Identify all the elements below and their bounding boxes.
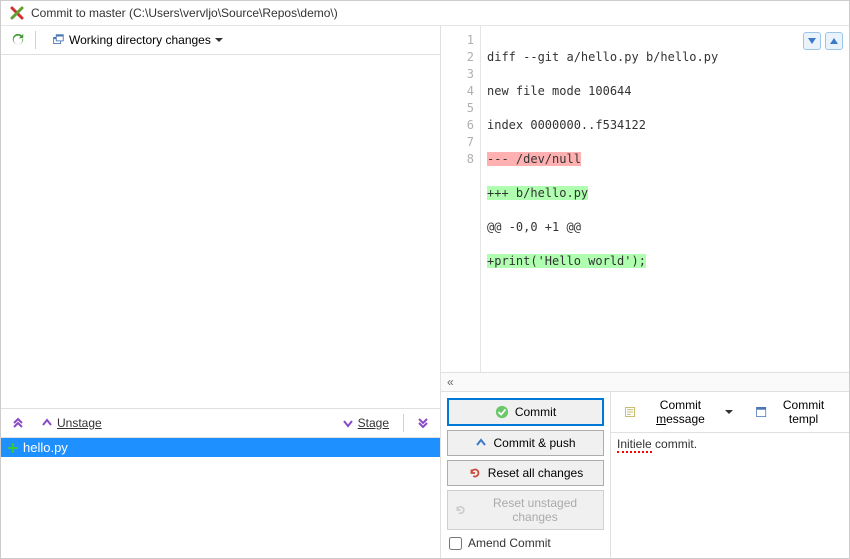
down-arrow-icon xyxy=(342,417,354,429)
reset-all-label: Reset all changes xyxy=(488,466,583,480)
next-diff-button[interactable] xyxy=(803,32,821,50)
right-pane: 1 2 3 4 5 6 7 8 diff --git a/hello.py b/… xyxy=(441,26,849,558)
message-column: Commit message Commit templ Initie xyxy=(611,392,849,558)
separator xyxy=(403,414,404,432)
commit-template-label: Commit templ xyxy=(771,398,836,426)
window-title: Commit to master (C:\Users\vervljo\Sourc… xyxy=(31,6,338,20)
template-icon xyxy=(755,405,767,419)
stage-label: Stage xyxy=(358,416,389,430)
window-stack-icon xyxy=(51,33,65,47)
separator xyxy=(35,31,36,49)
amend-checkbox-row[interactable]: Amend Commit xyxy=(447,534,604,552)
line-gutter: 1 2 3 4 5 6 7 8 xyxy=(441,26,481,372)
file-name: hello.py xyxy=(23,440,68,455)
commit-push-label: Commit & push xyxy=(493,436,575,450)
collapse-handle[interactable]: « xyxy=(441,372,849,392)
commit-template-button[interactable]: Commit templ xyxy=(746,395,845,429)
commit-message-dropdown[interactable]: Commit message xyxy=(615,395,742,429)
commit-button[interactable]: Commit xyxy=(447,398,604,426)
refresh-button[interactable] xyxy=(7,29,29,51)
amend-checkbox[interactable] xyxy=(449,537,462,550)
down-solid-icon xyxy=(807,36,817,46)
staged-list[interactable]: hello.py xyxy=(1,438,440,558)
undo-disabled-icon xyxy=(454,503,467,517)
file-row[interactable]: hello.py xyxy=(1,438,440,457)
up-push-icon xyxy=(475,437,487,449)
commit-row: Commit Commit & push Reset all chan xyxy=(441,392,849,558)
note-icon xyxy=(624,405,636,419)
unstage-button[interactable]: Unstage xyxy=(35,414,108,432)
titlebar: Commit to master (C:\Users\vervljo\Sourc… xyxy=(1,1,849,26)
commit-message-input[interactable]: Initiele commit. xyxy=(611,433,849,558)
commit-message-dropdown-label: Commit message xyxy=(640,398,721,426)
left-toolbar: Working directory changes xyxy=(1,26,440,55)
working-dir-label: Working directory changes xyxy=(69,33,211,47)
diff-nav xyxy=(803,32,843,50)
caret-down-icon xyxy=(725,410,733,414)
commit-push-button[interactable]: Commit & push xyxy=(447,430,604,456)
message-toolbar: Commit message Commit templ xyxy=(611,392,849,433)
plus-icon xyxy=(7,442,19,454)
app-icon xyxy=(9,5,25,21)
commit-message-text: Initiele commit. xyxy=(617,437,697,451)
double-down-icon xyxy=(417,417,429,429)
stage-toolbar: Unstage Stage xyxy=(1,408,440,438)
left-pane: Working directory changes Unstage xyxy=(1,26,441,558)
commit-buttons-column: Commit Commit & push Reset all chan xyxy=(441,392,611,558)
reset-unstaged-button: Reset unstaged changes xyxy=(447,490,604,530)
caret-down-icon xyxy=(215,38,223,42)
amend-label: Amend Commit xyxy=(468,536,551,550)
body: Working directory changes Unstage xyxy=(1,26,849,558)
collapse-icon: « xyxy=(447,375,454,389)
commit-window: Commit to master (C:\Users\vervljo\Sourc… xyxy=(0,0,850,559)
reset-all-button[interactable]: Reset all changes xyxy=(447,460,604,486)
double-up-icon xyxy=(12,417,24,429)
working-dir-dropdown[interactable]: Working directory changes xyxy=(42,30,232,50)
check-circle-icon xyxy=(495,405,509,419)
diff-code: diff --git a/hello.py b/hello.py new fil… xyxy=(481,26,849,372)
commit-label: Commit xyxy=(515,405,556,419)
refresh-icon xyxy=(11,33,25,47)
unstage-all-button[interactable] xyxy=(7,412,29,434)
diff-view[interactable]: 1 2 3 4 5 6 7 8 diff --git a/hello.py b/… xyxy=(441,26,849,372)
stage-all-button[interactable] xyxy=(412,412,434,434)
stage-button[interactable]: Stage xyxy=(336,414,395,432)
undo-icon xyxy=(468,466,482,480)
unstage-label: Unstage xyxy=(57,416,102,430)
unstaged-list[interactable] xyxy=(1,55,440,408)
up-arrow-icon xyxy=(41,417,53,429)
prev-diff-button[interactable] xyxy=(825,32,843,50)
reset-unstaged-label: Reset unstaged changes xyxy=(473,496,597,524)
up-solid-icon xyxy=(829,36,839,46)
